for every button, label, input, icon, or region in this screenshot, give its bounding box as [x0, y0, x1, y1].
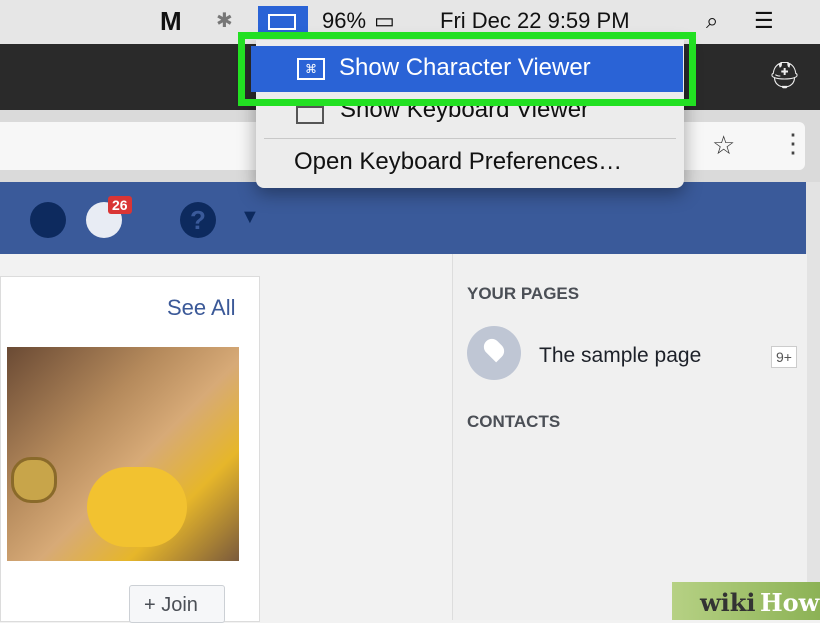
battery-percent[interactable]: 96% [322, 8, 366, 34]
browser-menu-icon[interactable]: ⋮ [780, 128, 806, 159]
see-all-link[interactable]: See All [167, 295, 236, 321]
page-name-link[interactable]: The sample page [539, 344, 701, 368]
notifications-badge: 26 [108, 196, 132, 214]
spotlight-search-icon[interactable]: ⌕ [706, 8, 718, 34]
group-photo[interactable] [7, 347, 239, 561]
page-badge: 9+ [771, 346, 797, 368]
facebook-header: 26 ? ▼ [0, 182, 806, 254]
map-pin-icon [480, 335, 508, 363]
join-button[interactable]: + Join [129, 585, 225, 623]
page-avatar[interactable] [467, 326, 521, 380]
group-card: See All + Join [0, 276, 260, 623]
malwarebytes-icon[interactable]: M [160, 6, 182, 37]
bluetooth-icon[interactable]: ✱ [216, 8, 233, 33]
ring-jewelry [11, 457, 57, 503]
chevron-down-icon[interactable]: ▼ [240, 206, 260, 229]
highlight-outline [238, 32, 696, 106]
keyboard-icon [296, 106, 324, 124]
help-icon[interactable]: ? [180, 202, 216, 238]
battery-icon[interactable]: ▭ [374, 8, 395, 34]
clock[interactable]: Fri Dec 22 9:59 PM [440, 8, 630, 34]
messenger-icon[interactable] [30, 202, 66, 238]
incognito-icon: ⛑ [768, 60, 802, 90]
scrollbar[interactable] [806, 182, 820, 620]
wikihow-watermark: wiki How [672, 582, 820, 620]
right-sidebar: YOUR PAGES The sample page 9+ CONTACTS [452, 254, 807, 620]
your-pages-heading: YOUR PAGES [467, 284, 580, 303]
contacts-heading: CONTACTS [467, 412, 561, 431]
bookmark-star-icon[interactable]: ☆ [712, 130, 735, 161]
menu-item-open-keyboard-preferences[interactable]: Open Keyboard Preferences… [256, 140, 684, 184]
notification-center-icon[interactable]: ☰ [754, 8, 774, 34]
flower-garland [87, 467, 187, 547]
menu-separator [264, 138, 676, 139]
